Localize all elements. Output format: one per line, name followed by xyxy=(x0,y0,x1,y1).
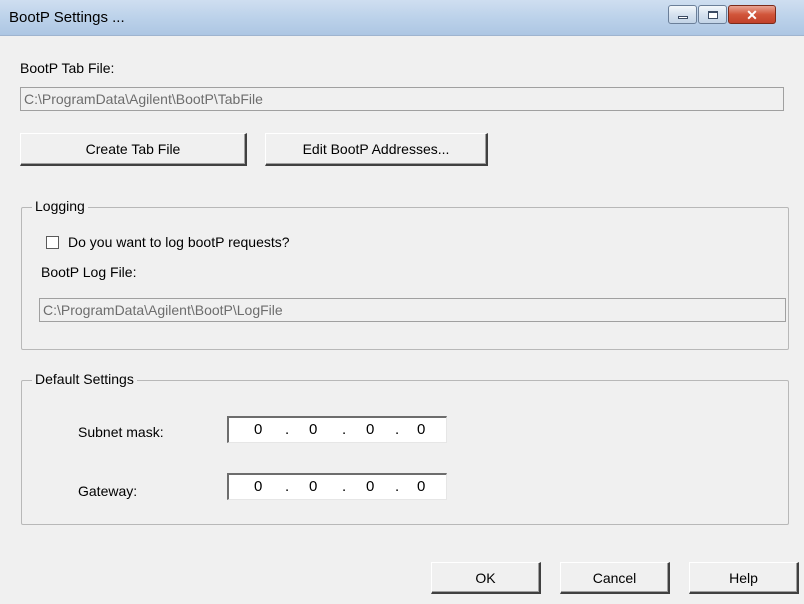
gateway-separator: . xyxy=(395,478,400,495)
title-bar[interactable]: BootP Settings ... ✕ xyxy=(0,0,804,36)
minimize-button[interactable] xyxy=(668,5,697,24)
cancel-button[interactable]: Cancel xyxy=(560,562,670,594)
tab-file-path-field[interactable]: C:\ProgramData\Agilent\BootP\TabFile xyxy=(20,87,784,111)
subnet-octet-1: 0 xyxy=(254,421,263,438)
close-icon: ✕ xyxy=(746,6,758,23)
subnet-mask-label: Subnet mask: xyxy=(78,424,164,440)
logging-legend: Logging xyxy=(32,198,88,214)
gateway-octet-4: 0 xyxy=(417,478,426,495)
gateway-octet-2: 0 xyxy=(309,478,318,495)
default-settings-group xyxy=(21,380,789,525)
log-file-path-field[interactable]: C:\ProgramData\Agilent\BootP\LogFile xyxy=(39,298,786,322)
subnet-separator: . xyxy=(285,421,290,438)
subnet-octet-3: 0 xyxy=(366,421,375,438)
subnet-separator: . xyxy=(395,421,400,438)
help-button[interactable]: Help xyxy=(689,562,799,594)
edit-bootp-addresses-button[interactable]: Edit BootP Addresses... xyxy=(265,133,488,166)
default-settings-legend: Default Settings xyxy=(32,371,137,387)
log-file-label: BootP Log File: xyxy=(41,264,137,280)
gateway-separator: . xyxy=(342,478,347,495)
tab-file-label: BootP Tab File: xyxy=(20,60,115,76)
subnet-separator: . xyxy=(342,421,347,438)
minimize-icon xyxy=(677,16,688,19)
ok-button[interactable]: OK xyxy=(431,562,541,594)
gateway-separator: . xyxy=(285,478,290,495)
gateway-octet-3: 0 xyxy=(366,478,375,495)
gateway-label: Gateway: xyxy=(78,483,138,499)
subnet-octet-2: 0 xyxy=(309,421,318,438)
close-button[interactable]: ✕ xyxy=(728,5,776,24)
gateway-input[interactable]: 0 . 0 . 0 . 0 xyxy=(227,473,447,500)
subnet-octet-4: 0 xyxy=(417,421,426,438)
window-title: BootP Settings ... xyxy=(9,9,125,26)
log-requests-checkbox[interactable] xyxy=(46,236,59,249)
maximize-icon xyxy=(707,10,718,19)
log-requests-label[interactable]: Do you want to log bootP requests? xyxy=(68,234,290,250)
subnet-mask-input[interactable]: 0 . 0 . 0 . 0 xyxy=(227,416,447,443)
create-tab-file-button[interactable]: Create Tab File xyxy=(20,133,247,166)
maximize-button[interactable] xyxy=(698,5,727,24)
gateway-octet-1: 0 xyxy=(254,478,263,495)
